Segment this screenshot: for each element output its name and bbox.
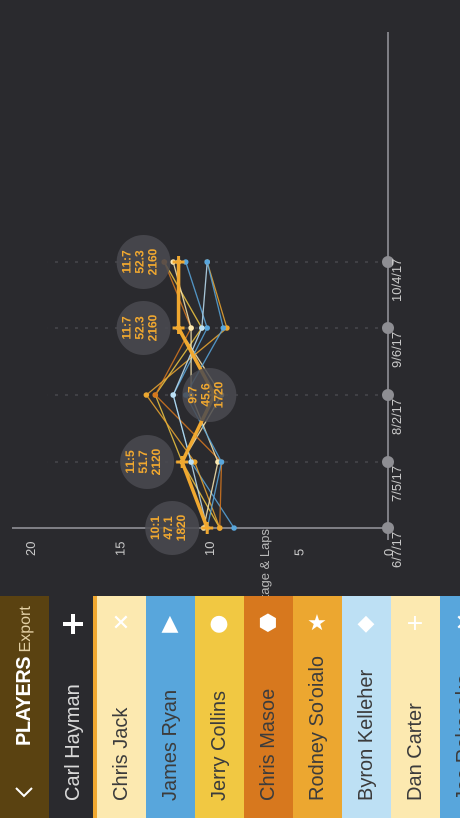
players-title: PLAYERS [13, 656, 35, 746]
annotation-text: 52.3 [133, 316, 147, 340]
player-name: Chris Masoe [257, 688, 279, 801]
current-player-item[interactable]: Carl Hayman [49, 596, 97, 818]
players-title-group: PLAYERS Export [13, 606, 36, 746]
annotation-text: 52.3 [133, 250, 147, 274]
player-name: Byron Kelleher [355, 669, 377, 801]
series-point [204, 259, 211, 265]
annotation-text: 2160 [146, 248, 160, 275]
player-item[interactable]: ✕ Joe Rokocoko [440, 596, 460, 818]
series-point [180, 456, 184, 468]
player-name: Joe Rokocoko [453, 674, 460, 801]
category-label: 8/2/17 [389, 399, 404, 435]
player-item[interactable]: ● Jerry Collins [195, 596, 244, 818]
export-button[interactable]: Export [17, 606, 34, 652]
tick-label: 10 [202, 542, 217, 556]
series-point [177, 256, 181, 268]
annotation-text: 45.6 [198, 383, 212, 407]
annotation-text: 47.1 [161, 516, 175, 540]
series-point [177, 322, 181, 334]
category-label: 9/6/17 [389, 332, 404, 368]
tick-label: 15 [113, 542, 128, 556]
star-icon: ★ [307, 611, 327, 636]
cross-icon: ✕ [111, 611, 131, 636]
series-point [188, 325, 194, 331]
category-label: 6/7/17 [389, 532, 404, 568]
annotation-text: 1720 [211, 381, 225, 408]
line-chart: 05101520 Stage & Laps 6/7/177/5/178/2/179/… [12, 32, 404, 596]
annotation-text: 2120 [149, 448, 163, 475]
tick-label: 5 [292, 549, 307, 556]
circle-icon: ● [209, 611, 229, 636]
series-point [216, 525, 223, 531]
chevron-left-icon[interactable] [13, 781, 35, 803]
player-item[interactable]: ⬢ Chris Masoe [244, 596, 293, 818]
series-point [143, 392, 150, 398]
series-point [170, 392, 176, 398]
player-item[interactable]: ◆ Byron Kelleher [342, 596, 391, 818]
series-point [218, 459, 225, 465]
annotation-text: 11:7 [120, 316, 134, 340]
current-player-name: Carl Hayman [62, 684, 84, 801]
plus-icon: + [405, 611, 425, 636]
category-label: 10/4/17 [389, 259, 404, 302]
series-point [231, 525, 237, 531]
player-name: Rodney So'oialo [306, 655, 328, 801]
player-name: Jerry Collins [208, 690, 230, 801]
diamond-icon: ◆ [357, 611, 375, 636]
annotation-text: 11:5 [123, 450, 137, 474]
player-item[interactable]: ▲ James Ryan [146, 596, 195, 818]
axis-title: Stage & Laps [257, 528, 272, 596]
plus-icon [63, 614, 83, 634]
player-item[interactable]: ✕ Chris Jack [97, 596, 146, 818]
player-strip: PLAYERS Export Carl Hayman ✕ Chris Jack ▲ J… [0, 596, 460, 818]
app-window: 0 5 10 15 20 Stage & Laps 6/7/17 7/5/17 8/2/17 9/… [0, 0, 460, 818]
series-point [199, 325, 205, 331]
players-header: PLAYERS Export [0, 596, 49, 818]
player-name: James Ryan [159, 689, 181, 801]
annotation-text: 51.7 [136, 450, 150, 474]
category-label: 7/5/17 [389, 466, 404, 502]
player-name: Chris Jack [110, 707, 132, 801]
series-point [220, 325, 227, 331]
annotation-text: 10:1 [148, 516, 162, 540]
annotation-text: 2160 [146, 314, 160, 341]
chart-area: 0 5 10 15 20 Stage & Laps 6/7/17 7/5/17 8/2/17 9/… [0, 0, 460, 596]
hexagon-icon: ⬢ [258, 611, 278, 636]
triangle-icon: ▲ [161, 611, 179, 636]
player-item[interactable]: ★ Rodney So'oialo [293, 596, 342, 818]
series-point [152, 392, 159, 398]
cross-icon: ✕ [453, 613, 460, 635]
tick-label: 20 [23, 542, 38, 556]
player-name: Dan Carter [404, 703, 426, 801]
annotation-text: 1820 [174, 514, 188, 541]
annotation-text: 9:7 [185, 386, 199, 404]
series-point [204, 325, 211, 331]
player-item[interactable]: + Dan Carter [391, 596, 440, 818]
series-point [188, 459, 194, 465]
annotation-text: 11:7 [120, 250, 134, 274]
series-point [205, 522, 209, 534]
